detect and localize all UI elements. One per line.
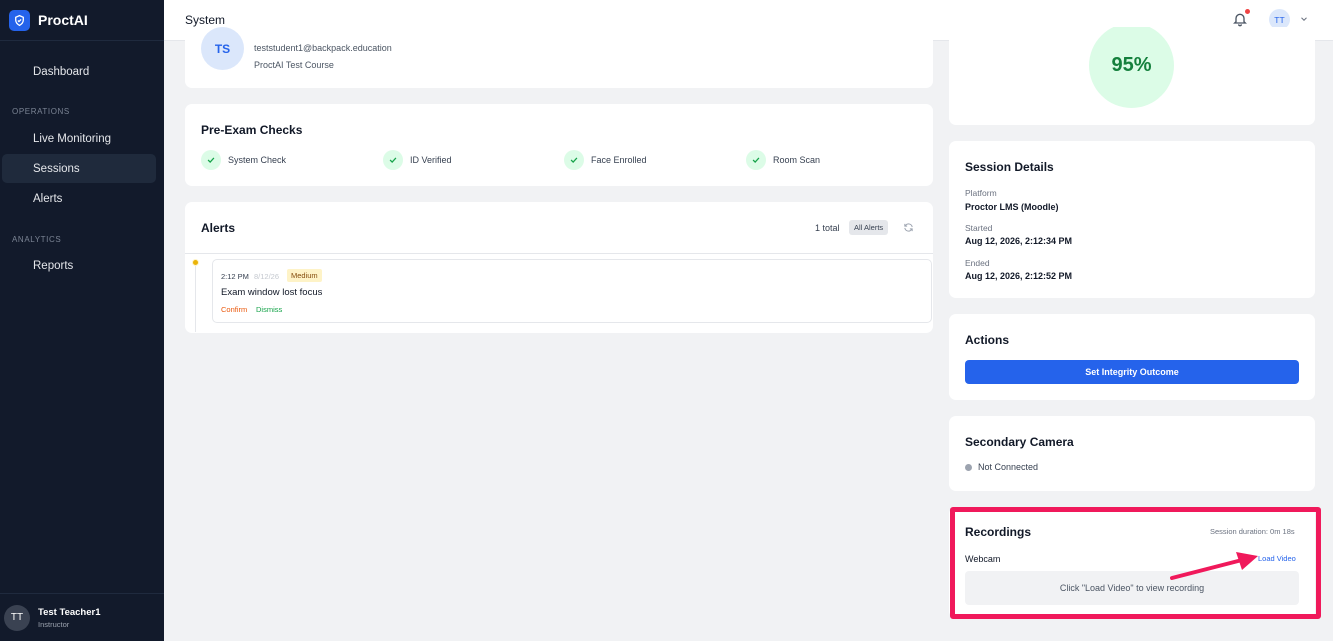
brand-name: ProctAI — [38, 12, 88, 28]
check-label: ID Verified — [410, 155, 452, 165]
check-icon — [383, 150, 403, 170]
card-title: Recordings — [965, 525, 1032, 539]
card-title: Actions — [965, 333, 1010, 347]
check-icon — [564, 150, 584, 170]
started-label: Started — [965, 223, 993, 233]
integrity-score-card: 95% — [949, 27, 1315, 125]
alert-message: Exam window lost focus — [221, 287, 323, 298]
timeline-dot — [192, 259, 199, 266]
started-value: Aug 12, 2026, 2:12:34 PM — [965, 236, 1073, 246]
timeline-line — [195, 264, 196, 332]
check-id: ID Verified — [383, 150, 452, 170]
status-dot — [965, 463, 972, 471]
check-label: System Check — [228, 155, 287, 165]
check-icon — [746, 150, 766, 170]
sidebar-item-live-monitoring[interactable]: Live Monitoring — [2, 124, 156, 153]
check-label: Face Enrolled — [591, 155, 647, 165]
session-duration: Session duration: 0m 18s — [1210, 527, 1295, 536]
sidebar-item-label: Alerts — [33, 192, 63, 205]
refresh-icon[interactable] — [903, 222, 914, 233]
confirm-link[interactable]: Confirm — [221, 305, 247, 314]
card-title: Session Details — [965, 160, 1054, 174]
student-email: teststudent1@backpack.education — [254, 43, 392, 53]
sidebar-item-reports[interactable]: Reports — [2, 251, 156, 280]
alert-time: 2:12 PM — [221, 272, 249, 281]
check-label: Room Scan — [773, 155, 821, 165]
camera-status: Not Connected — [965, 462, 1038, 472]
sidebar-item-label: Live Monitoring — [33, 132, 111, 145]
recordings-card: Recordings Session duration: 0m 18s Webc… — [949, 507, 1315, 618]
user-role: Instructor — [38, 619, 70, 629]
dismiss-link[interactable]: Dismiss — [256, 305, 282, 314]
divider — [185, 253, 933, 254]
alerts-total: 1 total — [815, 223, 840, 233]
current-user[interactable]: TT Test Teacher1 Instructor — [0, 593, 164, 641]
severity-badge: Medium — [287, 269, 322, 282]
check-room: Room Scan — [746, 150, 820, 170]
pre-exam-checks-card: Pre-Exam Checks System Check ID Verified… — [185, 104, 933, 186]
notification-dot — [1245, 9, 1250, 14]
brand[interactable]: ProctAI — [0, 0, 164, 41]
sidebar: ProctAI Dashboard OPERATIONS Live Monito… — [0, 0, 164, 641]
sidebar-item-dashboard[interactable]: Dashboard — [2, 57, 156, 86]
sidebar-item-alerts[interactable]: Alerts — [2, 184, 156, 213]
user-name: Test Teacher1 — [38, 606, 101, 618]
section-operations: OPERATIONS — [12, 107, 70, 116]
alert-item[interactable]: 2:12 PM 8/12/26 Medium Exam window lost … — [212, 259, 932, 323]
secondary-camera-card: Secondary Camera Not Connected — [949, 416, 1315, 491]
load-video-link[interactable]: Load Video — [1258, 554, 1296, 563]
chevron-down-icon[interactable] — [1299, 14, 1309, 24]
page-title: System — [185, 13, 226, 27]
sidebar-item-sessions[interactable]: Sessions — [2, 154, 156, 183]
check-face: Face Enrolled — [564, 150, 647, 170]
alert-date: 8/12/26 — [254, 272, 280, 281]
student-card: TS teststudent1@backpack.education Proct… — [185, 27, 933, 88]
sidebar-item-label: Dashboard — [33, 65, 90, 78]
recording-placeholder: Click "Load Video" to view recording — [965, 571, 1299, 605]
actions-card: Actions Set Integrity Outcome — [949, 314, 1315, 400]
ended-value: Aug 12, 2026, 2:12:52 PM — [965, 271, 1073, 281]
card-title: Pre-Exam Checks — [201, 123, 303, 137]
status-text: Not Connected — [978, 462, 1039, 472]
check-system: System Check — [201, 150, 286, 170]
session-details-card: Session Details Platform Proctor LMS (Mo… — [949, 141, 1315, 298]
sidebar-item-label: Reports — [33, 259, 74, 272]
section-analytics: ANALYTICS — [12, 235, 62, 244]
alerts-card: Alerts 1 total All Alerts 2:12 PM 8/12/2… — [185, 202, 933, 333]
card-title: Alerts — [201, 221, 236, 235]
shield-logo-icon — [9, 9, 30, 31]
ended-label: Ended — [965, 258, 990, 268]
all-alerts-filter[interactable]: All Alerts — [849, 220, 889, 235]
student-avatar: TS — [201, 27, 244, 70]
sidebar-item-label: Sessions — [33, 162, 80, 175]
platform-label: Platform — [965, 188, 997, 198]
card-title: Secondary Camera — [965, 435, 1074, 449]
set-integrity-outcome-button[interactable]: Set Integrity Outcome — [965, 360, 1299, 384]
integrity-score: 95% — [1089, 27, 1174, 108]
webcam-label: Webcam — [965, 554, 1001, 564]
check-icon — [201, 150, 221, 170]
student-course: ProctAI Test Course — [254, 60, 334, 70]
avatar: TT — [4, 604, 30, 631]
platform-value: Proctor LMS (Moodle) — [965, 202, 1059, 212]
